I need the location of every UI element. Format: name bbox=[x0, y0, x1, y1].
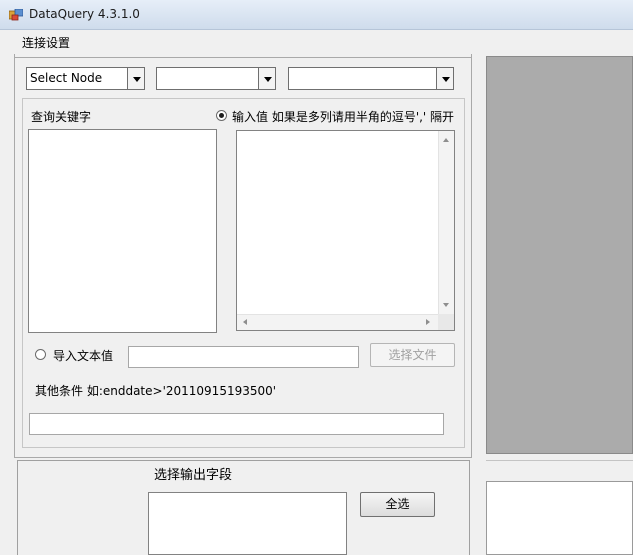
select-all-button[interactable]: 全选 bbox=[360, 492, 435, 517]
output-panel[interactable] bbox=[486, 481, 633, 555]
output-fields-listbox[interactable] bbox=[148, 492, 347, 555]
window-title: DataQuery 4.3.1.0 bbox=[29, 7, 140, 21]
select-file-button[interactable]: 选择文件 bbox=[370, 343, 455, 367]
right-divider bbox=[486, 460, 633, 461]
dropdown-arrow-icon[interactable] bbox=[127, 67, 145, 90]
scroll-left-icon[interactable] bbox=[243, 319, 247, 325]
node-select-value: Select Node bbox=[30, 71, 103, 85]
query-keyword-label: 查询关键字 bbox=[31, 110, 92, 124]
input-value-label[interactable]: 输入值 如果是多列请用半角的逗号',' 隔开 bbox=[232, 108, 454, 125]
combo-3[interactable] bbox=[288, 67, 454, 90]
other-conditions-input[interactable] bbox=[29, 413, 444, 435]
scroll-up-icon[interactable] bbox=[443, 138, 449, 142]
results-panel[interactable] bbox=[486, 56, 633, 454]
scroll-down-icon[interactable] bbox=[443, 303, 449, 307]
connection-group-label: 连接设置 bbox=[22, 36, 71, 50]
import-path-input[interactable] bbox=[128, 346, 359, 368]
scroll-right-icon[interactable] bbox=[426, 319, 430, 325]
keyword-listbox[interactable] bbox=[28, 129, 217, 333]
connection-group-top-border bbox=[14, 57, 472, 58]
app-icon bbox=[9, 9, 23, 21]
horizontal-scrollbar[interactable] bbox=[237, 314, 438, 330]
combo-2[interactable] bbox=[156, 67, 276, 90]
dropdown-arrow-icon[interactable] bbox=[436, 67, 454, 90]
input-value-textarea[interactable] bbox=[236, 130, 455, 331]
other-conditions-label: 其他条件 如:enddate>'20110915193500' bbox=[35, 384, 277, 398]
dropdown-arrow-icon[interactable] bbox=[258, 67, 276, 90]
node-select[interactable]: Select Node bbox=[26, 67, 145, 90]
import-text-label[interactable]: 导入文本值 bbox=[53, 347, 113, 364]
select-output-fields-label: 选择输出字段 bbox=[154, 468, 233, 483]
scroll-corner bbox=[438, 314, 454, 330]
input-value-radio[interactable] bbox=[216, 110, 227, 121]
import-text-radio[interactable] bbox=[35, 349, 46, 360]
vertical-scrollbar[interactable] bbox=[438, 131, 454, 315]
